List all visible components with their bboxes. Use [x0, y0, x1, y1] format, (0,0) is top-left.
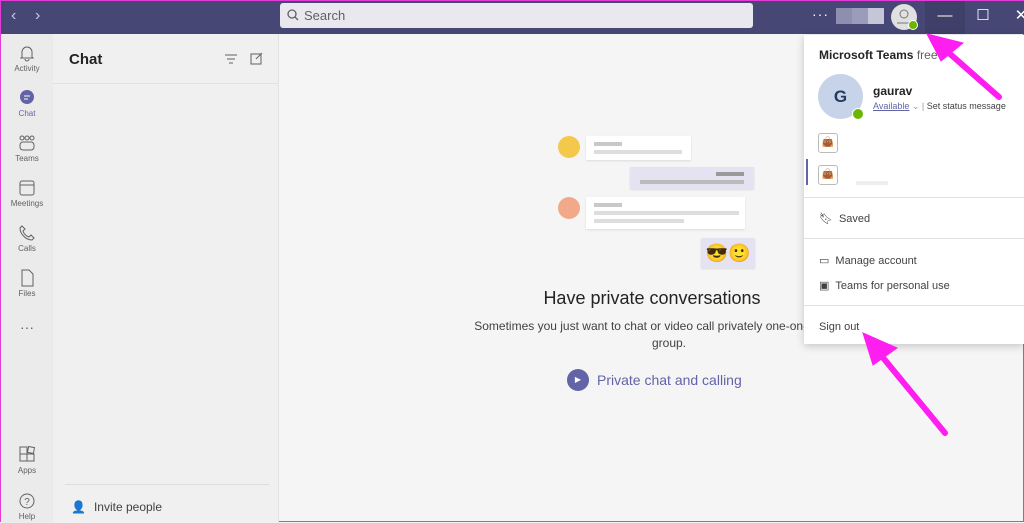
- teams-personal-icon: ▣: [819, 280, 830, 292]
- close-button[interactable]: ✕: [1001, 1, 1024, 34]
- set-status-message-button[interactable]: Set status message: [927, 101, 1006, 111]
- private-chat-link[interactable]: ▶ Private chat and calling: [567, 369, 742, 391]
- manage-account-menu-item[interactable]: ▭ Manage account: [819, 254, 917, 268]
- chat-list-panel: Chat 👤 Invite people: [53, 34, 279, 523]
- rail-label: Help: [18, 512, 36, 521]
- link-label: Private chat and calling: [597, 372, 742, 388]
- illustration-bubble: [586, 197, 745, 229]
- apps-icon: [19, 446, 36, 462]
- blurred-org: [852, 8, 868, 24]
- invite-icon: 👤: [71, 500, 86, 514]
- personal-use-menu-item[interactable]: ▣ Teams for personal use: [819, 279, 950, 293]
- play-icon: ▶: [567, 369, 589, 391]
- bell-icon: [19, 46, 35, 62]
- menu-label: Teams for personal use: [835, 279, 950, 292]
- blurred-account: [856, 181, 888, 185]
- status-dropdown[interactable]: Available: [873, 101, 909, 111]
- sign-out-menu-item[interactable]: Sign out: [819, 321, 859, 333]
- illustration-bubble: [630, 167, 754, 189]
- invite-label: Invite people: [93, 500, 163, 514]
- rail-label: Files: [18, 289, 36, 298]
- rail-item-meetings[interactable]: Meetings: [1, 179, 53, 208]
- rail-item-files[interactable]: Files: [1, 269, 53, 298]
- phone-icon: [19, 225, 35, 241]
- rail-label: Calls: [18, 244, 36, 253]
- account-item[interactable]: 👜: [818, 165, 838, 185]
- rail-item-apps[interactable]: Apps: [1, 446, 53, 475]
- divider: [65, 484, 269, 485]
- back-button[interactable]: ‹: [11, 7, 16, 25]
- rail-item-more[interactable]: ···: [1, 319, 53, 335]
- profile-avatar-button[interactable]: [891, 4, 918, 30]
- rail-item-chat[interactable]: Chat: [1, 89, 53, 118]
- illustration-bubble: [586, 136, 691, 160]
- menu-label: Saved: [838, 212, 871, 225]
- rail-label: Teams: [15, 154, 39, 163]
- available-badge: [908, 20, 918, 30]
- bookmark-icon: 🔖︎: [819, 213, 833, 225]
- search-icon: [287, 9, 299, 21]
- calendar-icon: [19, 180, 35, 196]
- rail-label: Activity: [14, 64, 40, 73]
- divider: [804, 238, 1024, 239]
- divider: [53, 83, 279, 84]
- saved-menu-item[interactable]: 🔖︎ Saved: [819, 212, 871, 226]
- illustration-emoji-bubble: 😎🙂: [701, 238, 755, 268]
- rail-label: Chat: [18, 109, 36, 118]
- forward-button[interactable]: ›: [35, 7, 40, 25]
- help-icon: ?: [19, 493, 35, 509]
- id-card-icon: ▭: [819, 255, 830, 267]
- active-account-indicator: [806, 159, 808, 185]
- rail-label: Apps: [17, 466, 37, 475]
- blurred-org: [836, 8, 852, 24]
- maximize-button[interactable]: ☐: [963, 1, 1003, 34]
- filter-icon[interactable]: [224, 53, 238, 65]
- more-icon: ···: [20, 319, 34, 335]
- svg-text:?: ?: [24, 497, 30, 508]
- chat-list-title: Chat: [69, 51, 103, 68]
- title-bar: ‹ › Search ··· — ☐ ✕: [1, 1, 1024, 34]
- profile-name: gaurav: [873, 84, 913, 98]
- chat-icon: [20, 90, 34, 104]
- rail-item-teams[interactable]: Teams: [1, 134, 53, 163]
- available-badge: [852, 108, 864, 120]
- rail-item-help[interactable]: ? Help: [1, 492, 53, 521]
- divider: [804, 197, 1024, 198]
- account-item[interactable]: 👜: [818, 133, 838, 153]
- teams-icon: [19, 135, 35, 151]
- menu-label: Manage account: [835, 254, 917, 267]
- file-icon: [21, 269, 34, 287]
- menu-label: Sign out: [819, 321, 860, 333]
- search-placeholder: Search: [304, 8, 346, 23]
- invite-people-button[interactable]: 👤 Invite people: [71, 500, 162, 514]
- minimize-button[interactable]: —: [925, 1, 965, 34]
- search-input[interactable]: Search: [280, 3, 753, 28]
- divider: [804, 305, 1024, 306]
- app-rail: Activity Chat Teams Meetings Calls Files…: [1, 34, 53, 523]
- menu-app-title: Microsoft Teams free: [819, 48, 938, 62]
- rail-item-calls[interactable]: Calls: [1, 224, 53, 253]
- new-chat-icon[interactable]: [250, 51, 264, 65]
- more-options-button[interactable]: ···: [812, 6, 829, 22]
- illustration-avatar: [558, 136, 580, 158]
- rail-label: Meetings: [10, 199, 44, 208]
- rail-item-activity[interactable]: Activity: [1, 44, 53, 73]
- blurred-org: [868, 8, 884, 24]
- illustration-avatar: [558, 197, 580, 219]
- status-row: Available ⌄ | Set status message: [873, 101, 1006, 111]
- profile-menu: Microsoft Teams free G gaurav Available …: [804, 35, 1024, 344]
